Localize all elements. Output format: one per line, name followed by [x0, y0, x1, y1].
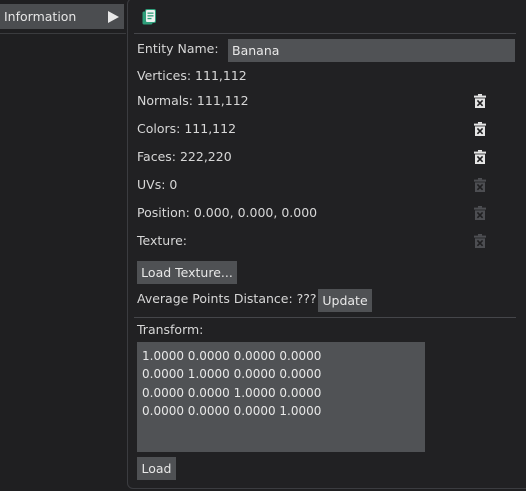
faces-text: Faces: 222,220 — [137, 149, 232, 164]
vertices-text: Vertices: 111,112 — [137, 68, 247, 83]
entity-name-label: Entity Name: — [137, 41, 219, 56]
transform-matrix-field[interactable]: 1.0000 0.0000 0.0000 0.0000 0.0000 1.000… — [137, 342, 425, 452]
delete-colors-trash-icon[interactable] — [474, 122, 486, 136]
section-divider — [134, 317, 516, 318]
delete-faces-trash-icon[interactable] — [474, 150, 486, 164]
transform-row: 0.0000 1.0000 0.0000 0.0000 — [142, 367, 322, 382]
sidebar-tab-information[interactable]: Information — [0, 4, 124, 29]
transform-row: 0.0000 0.0000 1.0000 0.0000 — [142, 385, 322, 400]
normals-text: Normals: 111,112 — [137, 93, 249, 108]
delete-texture-trash-icon — [474, 234, 486, 248]
transform-row: 1.0000 0.0000 0.0000 0.0000 — [142, 349, 322, 363]
update-button[interactable]: Update — [318, 289, 372, 312]
delete-uvs-trash-icon — [474, 178, 486, 192]
play-arrow-icon — [108, 10, 119, 23]
sidebar-tab-label: Information — [4, 9, 77, 24]
colors-text: Colors: 111,112 — [137, 121, 237, 136]
position-text: Position: 0.000, 0.000, 0.000 — [137, 205, 318, 220]
load-texture-button[interactable]: Load Texture... — [137, 261, 237, 284]
delete-position-trash-icon — [474, 206, 486, 220]
sidebar-divider — [0, 33, 126, 34]
average-points-distance-text: Average Points Distance: ??? — [137, 291, 317, 306]
uvs-text: UVs: 0 — [137, 177, 178, 192]
delete-normals-trash-icon[interactable] — [474, 94, 486, 108]
document-copy-icon[interactable] — [142, 9, 157, 26]
entity-name-field[interactable] — [228, 39, 515, 62]
load-transform-button[interactable]: Load — [137, 457, 176, 480]
transform-row: 0.0000 0.0000 0.0000 1.0000 — [142, 403, 322, 418]
header-divider — [134, 33, 516, 34]
texture-text: Texture: — [137, 233, 187, 248]
transform-label: Transform: — [137, 322, 204, 337]
